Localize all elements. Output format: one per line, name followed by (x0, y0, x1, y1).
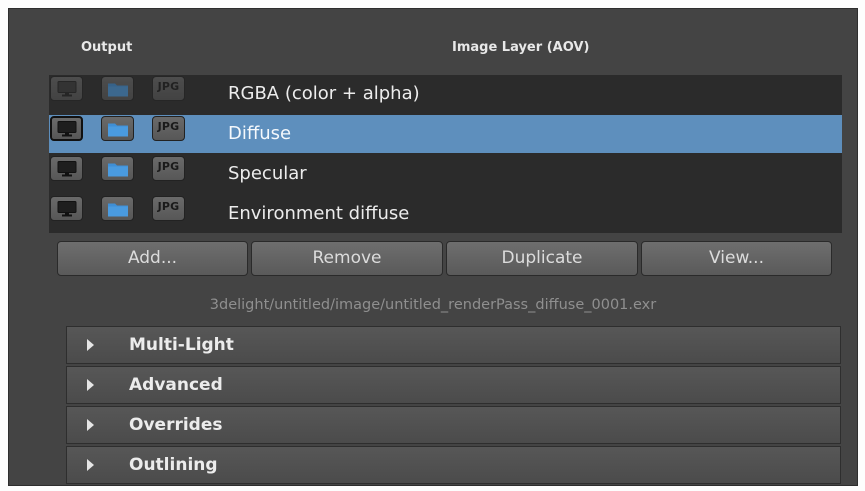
section-title: Outlining (129, 455, 218, 475)
section-advanced[interactable]: Advanced (66, 366, 841, 404)
output-column-header: Output (81, 40, 133, 55)
expand-triangle-icon (87, 419, 94, 431)
aov-list: JPG RGBA (color + alpha) JPG Diffuse JPG… (49, 75, 842, 233)
expand-triangle-icon (87, 339, 94, 351)
file-output-toggle[interactable] (101, 156, 134, 181)
display-output-toggle[interactable] (50, 156, 83, 181)
aov-name: Diffuse (228, 123, 292, 144)
section-title: Multi-Light (129, 335, 234, 355)
image-layer-column-header: Image Layer (AOV) (452, 40, 590, 55)
monitor-icon (57, 200, 76, 216)
output-file-path: 3delight/untitled/image/untitled_renderP… (209, 297, 657, 313)
add-button[interactable]: Add... (57, 241, 248, 276)
expand-triangle-icon (87, 379, 94, 391)
folder-icon (107, 163, 128, 176)
folder-icon (107, 203, 128, 216)
section-title: Advanced (129, 375, 223, 395)
file-output-toggle[interactable] (101, 76, 134, 101)
file-output-toggle[interactable] (101, 196, 134, 221)
display-output-toggle[interactable] (50, 116, 83, 141)
aov-row-environment-diffuse[interactable]: JPG Environment diffuse (49, 195, 842, 233)
monitor-icon (57, 120, 76, 136)
aov-row-rgba[interactable]: JPG RGBA (color + alpha) (49, 75, 842, 113)
aov-row-diffuse[interactable]: JPG Diffuse (49, 115, 842, 153)
expand-triangle-icon (87, 459, 94, 471)
folder-icon (107, 123, 128, 136)
jpg-label: JPG (157, 200, 180, 213)
aov-name: RGBA (color + alpha) (228, 83, 420, 104)
jpg-output-toggle[interactable]: JPG (152, 196, 185, 221)
section-outlining[interactable]: Outlining (66, 446, 841, 484)
jpg-label: JPG (157, 120, 180, 133)
folder-icon (107, 83, 128, 96)
remove-button[interactable]: Remove (251, 241, 443, 276)
section-title: Overrides (129, 415, 223, 435)
display-output-toggle[interactable] (50, 196, 83, 221)
jpg-label: JPG (157, 80, 180, 93)
jpg-output-toggle[interactable]: JPG (152, 116, 185, 141)
view-button[interactable]: View... (641, 241, 832, 276)
display-output-toggle[interactable] (50, 76, 83, 101)
jpg-label: JPG (157, 160, 180, 173)
monitor-icon (57, 160, 76, 176)
jpg-output-toggle[interactable]: JPG (152, 76, 185, 101)
monitor-icon (57, 80, 76, 96)
aov-name: Specular (228, 163, 307, 184)
duplicate-button[interactable]: Duplicate (446, 241, 638, 276)
aov-row-specular[interactable]: JPG Specular (49, 155, 842, 193)
jpg-output-toggle[interactable]: JPG (152, 156, 185, 181)
section-multi-light[interactable]: Multi-Light (66, 326, 841, 364)
file-output-toggle[interactable] (101, 116, 134, 141)
section-overrides[interactable]: Overrides (66, 406, 841, 444)
aov-panel: Output Image Layer (AOV) JPG RGBA (color (8, 8, 858, 486)
aov-name: Environment diffuse (228, 203, 410, 224)
